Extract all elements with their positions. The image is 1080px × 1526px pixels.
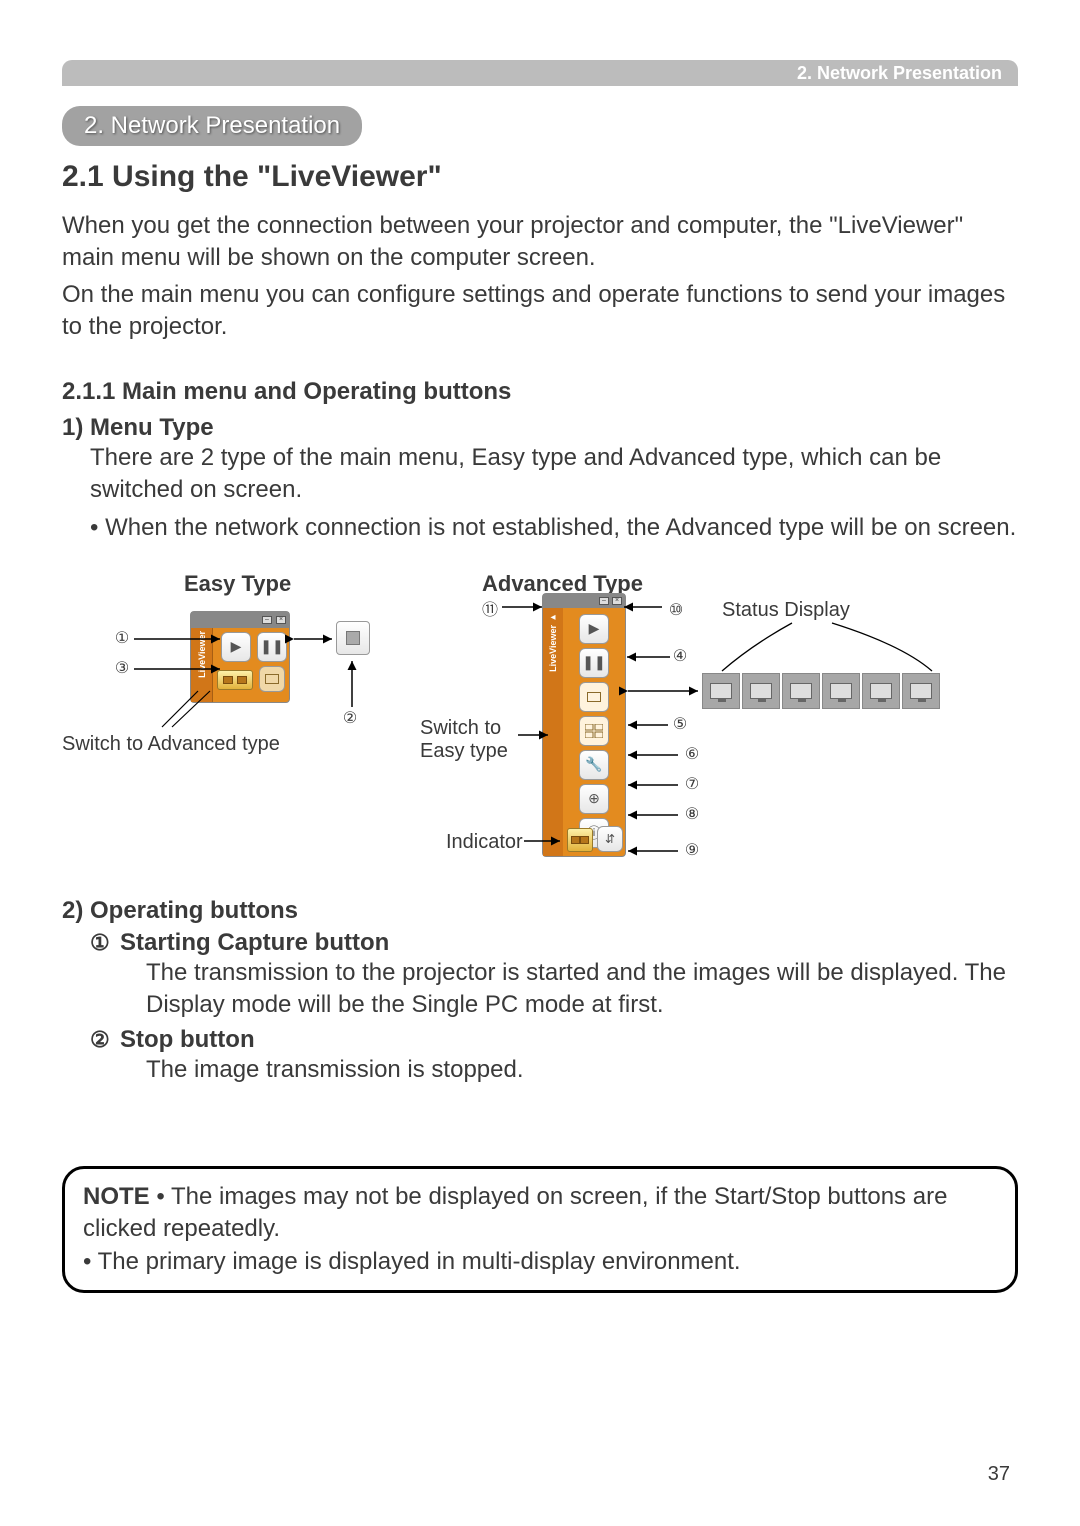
advanced-side-tab: ◂ LiveViewer — [543, 608, 563, 856]
callout-8: ⑧ — [682, 805, 702, 825]
stop-button-float[interactable] — [336, 621, 370, 655]
intro-para-1: When you get the connection between your… — [62, 210, 1018, 275]
op-item-1-title: Starting Capture button — [120, 929, 389, 956]
easy-type-label: Easy Type — [184, 571, 291, 597]
switch-to-advanced-label: Switch to Advanced type — [62, 733, 280, 756]
callout-7: ⑦ — [682, 775, 702, 795]
note-label: NOTE — [83, 1183, 150, 1210]
page-number: 37 — [988, 1463, 1010, 1486]
stop-icon — [346, 631, 360, 645]
operating-head: 2) Operating buttons — [62, 897, 1018, 925]
advanced-brand-text: LiveViewer — [548, 625, 558, 672]
subsection-title: 2.1.1 Main menu and Operating buttons — [62, 378, 1018, 406]
note-line-2: • The primary image is displayed in mult… — [83, 1246, 997, 1278]
status-slot — [742, 673, 780, 709]
adv-pause-button[interactable]: ❚❚ — [579, 648, 609, 678]
indicator-label: Indicator — [446, 831, 523, 854]
monitor-icon — [265, 674, 279, 684]
chevron-left-icon: ◂ — [550, 612, 555, 623]
monitor-icon — [870, 683, 892, 699]
easy-widget: – × ▾ LiveViewer ▶ ❚❚ — [190, 611, 290, 703]
monitor-icon — [910, 683, 932, 699]
close-icon: × — [612, 597, 622, 605]
callout-3: ③ — [112, 659, 132, 679]
header-bar: 2. Network Presentation — [62, 60, 1018, 86]
operating-list: ①Starting Capture button The transmissio… — [90, 929, 1018, 1086]
wrench-icon: 🔧 — [585, 756, 602, 773]
callout-4: ④ — [670, 647, 690, 667]
monitor-icon — [830, 683, 852, 699]
advanced-indicator — [567, 828, 593, 852]
monitor-icon — [587, 692, 601, 702]
adv-network-button[interactable]: ⊕ — [579, 784, 609, 814]
note-line-1: NOTE • The images may not be displayed o… — [83, 1181, 997, 1246]
callout-6: ⑥ — [682, 745, 702, 765]
status-slot — [822, 673, 860, 709]
callout-10: ⑩ — [666, 601, 686, 621]
globe-icon: ⊕ — [588, 790, 600, 807]
adv-multi-button[interactable] — [579, 716, 609, 746]
advanced-titlebar: – × — [543, 594, 625, 608]
op-item-2-desc: The image transmission is stopped. — [146, 1054, 1018, 1086]
advanced-widget: – × ◂ LiveViewer ▶ ❚❚ 🔧 ⊕ ⓘ — [542, 593, 626, 857]
minimize-icon: – — [599, 597, 609, 605]
monitor-icon — [750, 683, 772, 699]
callout-1-inline: ① — [90, 930, 116, 956]
adv-start-button[interactable]: ▶ — [579, 614, 609, 644]
easy-brand-text: LiveViewer — [197, 631, 207, 678]
menu-type-desc: There are 2 type of the main menu, Easy … — [90, 442, 1018, 507]
link-icon: ⇵ — [605, 832, 615, 846]
callout-2: ② — [340, 709, 360, 729]
status-display-label: Status Display — [722, 599, 850, 622]
status-slot — [902, 673, 940, 709]
section-title: 2.1 Using the "LiveViewer" — [62, 160, 1018, 194]
status-slot — [782, 673, 820, 709]
op-item-2-title: Stop button — [120, 1026, 255, 1053]
status-display-row — [702, 673, 940, 709]
adv-connect-button[interactable]: ⇵ — [597, 826, 623, 852]
indicator-bar — [217, 670, 253, 690]
adv-display-button[interactable] — [579, 682, 609, 712]
switch-to-easy-label: Switch to Easy type — [420, 717, 530, 763]
menu-type-bullet: • When the network connection is not est… — [90, 512, 1018, 544]
monitor-icon — [710, 683, 732, 699]
op-item-1-desc: The transmission to the projector is sta… — [146, 957, 1018, 1022]
op-item-1-head: ①Starting Capture button — [90, 929, 1018, 957]
callout-9: ⑨ — [682, 841, 702, 861]
callout-5: ⑤ — [670, 715, 690, 735]
diagram-area: Easy Type Advanced Type – × ▾ LiveViewer… — [62, 565, 1018, 885]
display-mode-button[interactable] — [259, 666, 285, 692]
pause-button[interactable]: ❚❚ — [257, 632, 287, 662]
start-capture-button[interactable]: ▶ — [221, 632, 251, 662]
monitor-icon — [790, 683, 812, 699]
note-box: NOTE • The images may not be displayed o… — [62, 1166, 1018, 1293]
breadcrumb: 2. Network Presentation — [797, 63, 1002, 84]
op-item-2-head: ②Stop button — [90, 1026, 1018, 1054]
callout-1: ① — [112, 629, 132, 649]
intro-para-2: On the main menu you can configure setti… — [62, 279, 1018, 344]
adv-settings-button[interactable]: 🔧 — [579, 750, 609, 780]
chapter-pill: 2. Network Presentation — [62, 106, 362, 146]
status-slot — [862, 673, 900, 709]
callout-11: ⑪ — [480, 601, 500, 621]
menu-type-head: 1) Menu Type — [62, 414, 1018, 442]
note-text-1: • The images may not be displayed on scr… — [83, 1183, 947, 1242]
callout-2-inline: ② — [90, 1027, 116, 1053]
status-slot — [702, 673, 740, 709]
multi-monitor-icon — [585, 724, 603, 738]
